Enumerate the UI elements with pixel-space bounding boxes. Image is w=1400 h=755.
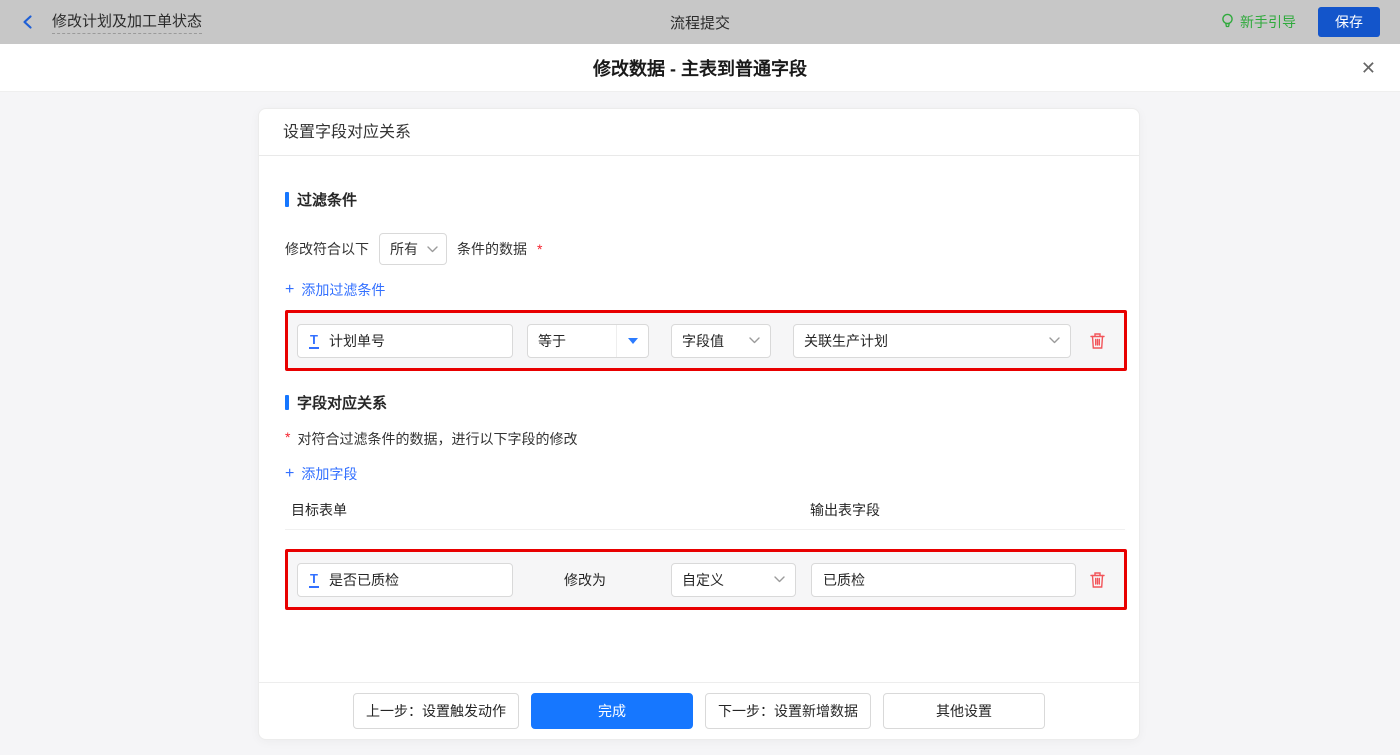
required-asterisk: *: [537, 241, 543, 257]
chevron-down-icon: [427, 245, 438, 253]
mapping-section-label: 字段对应关系: [297, 395, 388, 412]
mapping-column-headers: 目标表单 输出表字段: [285, 500, 1125, 530]
filter-field-value: 计划单号: [328, 332, 385, 349]
filter-condition-row: T 计划单号 等于 字段值 关联生产计划: [285, 310, 1127, 371]
output-value-input[interactable]: [811, 562, 1076, 597]
target-field-value: 是否已质检: [328, 571, 399, 588]
filter-section-title: 过滤条件: [285, 189, 1125, 210]
condition-line: 修改符合以下 所有 条件的数据 *: [285, 233, 1125, 265]
match-mode-select[interactable]: 所有: [379, 233, 447, 265]
section-bar: [285, 192, 289, 207]
match-prefix-label: 修改符合以下: [285, 241, 369, 257]
compare-value-select[interactable]: 关联生产计划: [793, 323, 1071, 358]
add-field-label: 添加字段: [301, 466, 358, 482]
delete-filter-row-button[interactable]: [1089, 332, 1106, 350]
filter-field-selector[interactable]: T 计划单号: [297, 323, 513, 358]
compare-value: 关联生产计划: [804, 332, 888, 349]
beginner-guide-link[interactable]: 新手引导: [1220, 12, 1296, 32]
trash-icon: [1090, 332, 1105, 349]
add-filter-condition-label: 添加过滤条件: [301, 282, 386, 298]
modal-title: 修改数据 - 主表到普通字段: [593, 58, 807, 79]
add-field-link[interactable]: + 添加字段: [285, 464, 357, 484]
field-mapping-row: T 是否已质检 修改为 自定义: [285, 549, 1127, 610]
flow-name[interactable]: 修改计划及加工单状态: [52, 10, 203, 34]
operator-select[interactable]: 等于: [527, 323, 649, 358]
topbar-center-title: 流程提交: [669, 14, 730, 32]
operator-value: 等于: [538, 332, 566, 349]
chevron-down-icon: [774, 576, 785, 583]
next-step-button[interactable]: 下一步：设置新增数据: [705, 693, 871, 729]
text-field-icon: T: [309, 331, 319, 349]
close-icon[interactable]: ✕: [1361, 59, 1376, 77]
output-type-value: 自定义: [682, 571, 724, 588]
plus-icon: +: [285, 281, 295, 298]
caret-down-icon: [627, 337, 638, 344]
filter-section-label: 过滤条件: [297, 192, 358, 209]
save-button[interactable]: 保存: [1318, 7, 1380, 37]
value-type-select[interactable]: 字段值: [671, 323, 771, 358]
panel-footer: 上一步：设置触发动作 完成 下一步：设置新增数据 其他设置: [259, 682, 1139, 739]
delete-mapping-row-button[interactable]: [1089, 571, 1106, 589]
match-suffix-label: 条件的数据: [457, 241, 527, 257]
topbar: 修改计划及加工单状态 流程提交 新手引导 保存: [0, 0, 1400, 44]
text-field-icon: T: [309, 570, 319, 588]
back-button[interactable]: [20, 14, 36, 30]
beginner-guide-label: 新手引导: [1240, 14, 1296, 30]
modify-to-label: 修改为: [564, 571, 606, 588]
chevron-down-icon: [1049, 337, 1060, 344]
operator-caret-area[interactable]: [616, 324, 648, 357]
back-chevron-icon: [20, 14, 36, 30]
plus-icon: +: [285, 465, 295, 482]
output-field-column-header: 输出表字段: [810, 502, 880, 518]
chevron-down-icon: [749, 337, 760, 344]
output-type-select[interactable]: 自定义: [671, 562, 796, 597]
field-mapping-panel: 设置字段对应关系 过滤条件 修改符合以下 所有 条件的数据 * + 添加过滤条件…: [258, 108, 1140, 740]
other-settings-button[interactable]: 其他设置: [883, 693, 1045, 729]
panel-content: 过滤条件 修改符合以下 所有 条件的数据 * + 添加过滤条件 T 计划单号 等…: [259, 156, 1139, 682]
mapping-description-text: 对符合过滤条件的数据，进行以下字段的修改: [297, 431, 578, 447]
modal-header: 修改数据 - 主表到普通字段 ✕: [0, 44, 1400, 92]
lightbulb-icon: [1220, 13, 1235, 32]
done-button[interactable]: 完成: [531, 693, 693, 729]
mapping-description: * 对符合过滤条件的数据，进行以下字段的修改: [285, 429, 1125, 449]
required-asterisk: *: [285, 429, 291, 445]
match-mode-value: 所有: [390, 241, 418, 257]
panel-header: 设置字段对应关系: [259, 109, 1139, 156]
add-filter-condition-link[interactable]: + 添加过滤条件: [285, 280, 385, 300]
mapping-section-title: 字段对应关系: [285, 392, 1125, 413]
target-form-column-header: 目标表单: [291, 502, 347, 518]
value-type-value: 字段值: [682, 332, 724, 349]
prev-step-button[interactable]: 上一步：设置触发动作: [353, 693, 519, 729]
target-field-selector[interactable]: T 是否已质检: [297, 562, 513, 597]
trash-icon: [1090, 571, 1105, 588]
modal-body: 设置字段对应关系 过滤条件 修改符合以下 所有 条件的数据 * + 添加过滤条件…: [0, 92, 1400, 755]
section-bar: [285, 395, 289, 410]
